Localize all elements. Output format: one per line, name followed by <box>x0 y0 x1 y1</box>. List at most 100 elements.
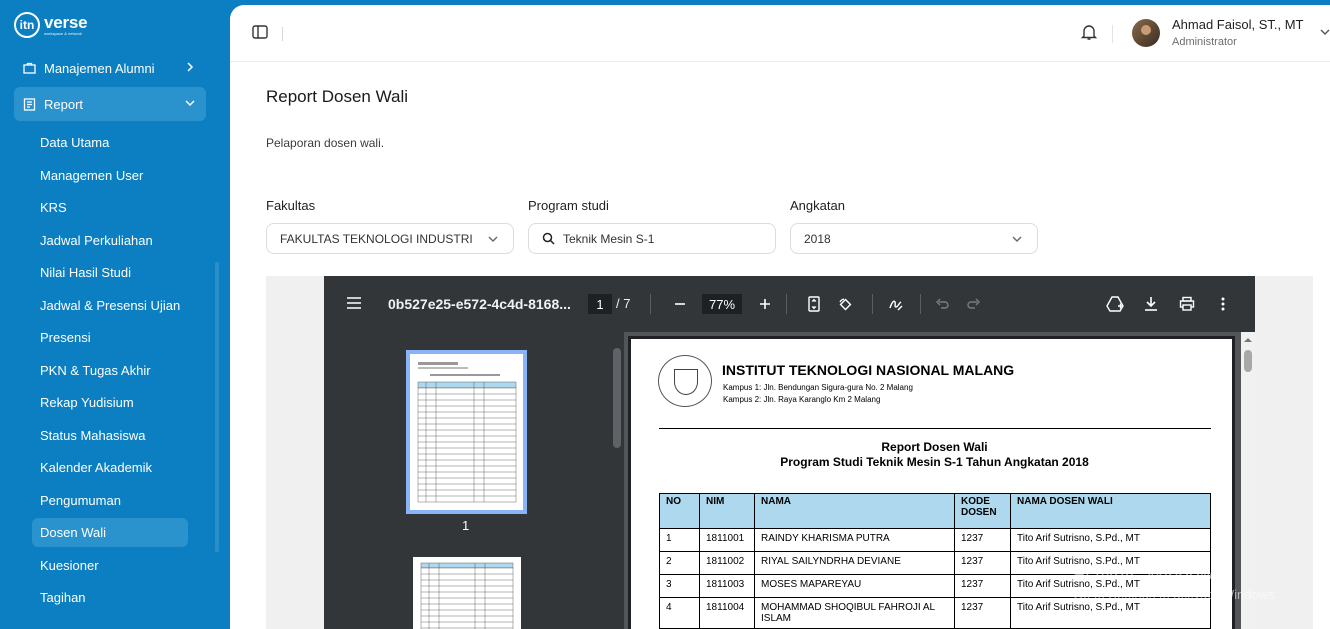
sidebar-item-jadwal-presensi-ujian[interactable]: Jadwal & Presensi Ujian <box>32 291 188 320</box>
divider <box>1112 25 1113 43</box>
logo-name: verse <box>44 13 88 32</box>
zoom-in-icon[interactable] <box>755 294 775 314</box>
thumbnail-page-number: 1 <box>462 518 470 533</box>
drive-add-icon[interactable] <box>1105 294 1125 314</box>
search-icon <box>542 232 555 245</box>
prodi-search-input[interactable]: Teknik Mesin S-1 <box>528 223 776 254</box>
thumbnail-preview-icon <box>420 562 514 629</box>
rotate-icon[interactable] <box>835 294 855 314</box>
watermark-subtitle: Go to Settings to activate Windows. <box>1073 587 1279 602</box>
pdf-file-name: 0b527e25-e572-4c4d-8168... <box>388 296 571 312</box>
fit-page-icon[interactable] <box>804 294 824 314</box>
table-cell: 1811003 <box>699 574 755 598</box>
report-icon <box>22 97 36 111</box>
sidebar-item-presensi[interactable]: Presensi <box>32 323 188 352</box>
sidebar-item-nilai-hasil-studi[interactable]: Nilai Hasil Studi <box>32 258 188 287</box>
sidebar-toggle-icon[interactable] <box>252 25 268 39</box>
institution-address: Kampus 1: Jln. Bendungan Sigura-gura No.… <box>723 383 913 392</box>
nav-group-manajemen-alumni[interactable]: Manajemen Alumni <box>14 51 206 85</box>
zoom-out-icon[interactable] <box>670 294 690 314</box>
thumbnail-scrollbar[interactable] <box>610 332 624 629</box>
redo-icon[interactable] <box>964 294 984 314</box>
sidebar-item-tagihan[interactable]: Tagihan <box>32 583 188 612</box>
sidebar-item-rekap-yudisium[interactable]: Rekap Yudisium <box>32 388 188 417</box>
chevron-right-icon <box>187 62 194 72</box>
user-name[interactable]: Ahmad Faisol, ST., MT <box>1172 17 1303 32</box>
bell-icon[interactable] <box>1080 23 1098 41</box>
angkatan-select[interactable]: 2018 <box>790 223 1038 254</box>
chevron-down-icon <box>185 100 195 107</box>
user-role: Administrator <box>1172 36 1237 48</box>
divider <box>872 294 873 314</box>
annotate-icon[interactable] <box>886 294 906 314</box>
sidebar-scrollbar[interactable] <box>215 262 219 552</box>
table-cell: 1811001 <box>699 528 755 552</box>
nav-group-report[interactable]: Report <box>14 87 206 121</box>
briefcase-icon <box>22 61 36 75</box>
table-cell: 2 <box>659 551 700 575</box>
table-cell: 1811002 <box>699 551 755 575</box>
table-cell: 1237 <box>954 574 1011 598</box>
table-cell: RIYAL SAILYNDRHA DEVIANE <box>754 551 955 575</box>
page-title: Report Dosen Wali <box>266 87 409 106</box>
prodi-value: Teknik Mesin S-1 <box>563 231 655 246</box>
windows-activation-watermark: Activate Windows Go to Settings to activ… <box>1073 563 1278 602</box>
table-cell: 1811004 <box>699 597 755 629</box>
report-submenu: Data Utama Managemen User KRS Jadwal Per… <box>32 128 188 616</box>
sidebar-item-krs[interactable]: KRS <box>32 193 188 222</box>
dosen-wali-table: NO NIM NAMA KODE DOSEN NAMA DOSEN WALI 1… <box>659 493 1211 629</box>
scroll-up-icon[interactable] <box>1241 335 1255 345</box>
watermark-title: Activate Windows <box>1073 563 1223 584</box>
download-icon[interactable] <box>1141 294 1161 314</box>
fakultas-value: FAKULTAS TEKNOLOGI INDUSTRI <box>280 231 473 246</box>
fakultas-select[interactable]: FAKULTAS TEKNOLOGI INDUSTRI <box>266 223 514 254</box>
report-title: Report Dosen Wali <box>881 440 988 454</box>
institution-name: INSTITUT TEKNOLOGI NASIONAL MALANG <box>722 362 1015 378</box>
column-header: NAMA DOSEN WALI <box>1010 493 1211 529</box>
page-thumbnail[interactable] <box>406 350 527 514</box>
column-header: NIM <box>699 493 755 529</box>
chevron-down-icon <box>488 236 498 242</box>
prodi-label: Program studi <box>528 198 609 213</box>
sidebar-item-pengumuman[interactable]: Pengumuman <box>32 486 188 515</box>
thumbnail-sidebar: 1 <box>324 332 610 629</box>
avatar[interactable] <box>1132 19 1160 47</box>
sidebar-item-pkn-tugas-akhir[interactable]: PKN & Tugas Akhir <box>32 356 188 385</box>
page-number-input[interactable]: 1 <box>588 294 612 314</box>
page-description: Pelaporan dosen wali. <box>266 136 385 150</box>
logo-tagline: workspace & network <box>44 31 83 36</box>
nav-group-label: Manajemen Alumni <box>44 60 155 76</box>
sidebar-item-managemen-user[interactable]: Managemen User <box>32 161 188 190</box>
chevron-down-icon[interactable] <box>1320 27 1330 37</box>
divider <box>650 294 651 314</box>
logo-mark: itn <box>14 12 40 38</box>
table-cell: RAINDY KHARISMA PUTRA <box>754 528 955 552</box>
sidebar-item-kalender-akademik[interactable]: Kalender Akademik <box>32 453 188 482</box>
institution-address: Kampus 2: Jln. Raya Karanglo Km 2 Malang <box>723 395 881 404</box>
sidebar-item-jadwal-perkuliahan[interactable]: Jadwal Perkuliahan <box>32 226 188 255</box>
sidebar-item-kuesioner[interactable]: Kuesioner <box>32 551 188 580</box>
zoom-input[interactable]: 77% <box>702 294 742 314</box>
divider <box>282 27 283 41</box>
nav-group-label: Report <box>44 96 84 112</box>
page-thumbnail[interactable] <box>413 557 521 629</box>
more-options-icon[interactable] <box>1213 294 1233 314</box>
table-row: 4 1811004 MOHAMMAD SHOQIBUL FAHROJI AL I… <box>659 597 1211 629</box>
table-cell: Tito Arif Sutrisno, S.Pd., MT <box>1010 528 1211 552</box>
angkatan-label: Angkatan <box>790 198 845 213</box>
undo-icon[interactable] <box>932 294 952 314</box>
table-cell: 4 <box>659 597 700 629</box>
fakultas-label: Fakultas <box>266 198 316 213</box>
menu-icon[interactable] <box>346 296 362 310</box>
table-cell: MOHAMMAD SHOQIBUL FAHROJI AL ISLAM <box>754 597 955 629</box>
app-logo[interactable]: itn verse workspace & network <box>14 12 88 38</box>
main-panel: Ahmad Faisol, ST., MT Administrator Repo… <box>230 5 1330 629</box>
print-icon[interactable] <box>1177 294 1197 314</box>
sidebar-item-dosen-wali[interactable]: Dosen Wali <box>32 518 188 547</box>
institution-seal-icon <box>658 355 712 407</box>
column-header: KODE DOSEN <box>954 493 1011 529</box>
table-cell: 1 <box>659 528 700 552</box>
sidebar-item-status-mahasiswa[interactable]: Status Mahasiswa <box>32 421 188 450</box>
table-cell: 1237 <box>954 528 1011 552</box>
sidebar-item-data-utama[interactable]: Data Utama <box>32 128 188 157</box>
